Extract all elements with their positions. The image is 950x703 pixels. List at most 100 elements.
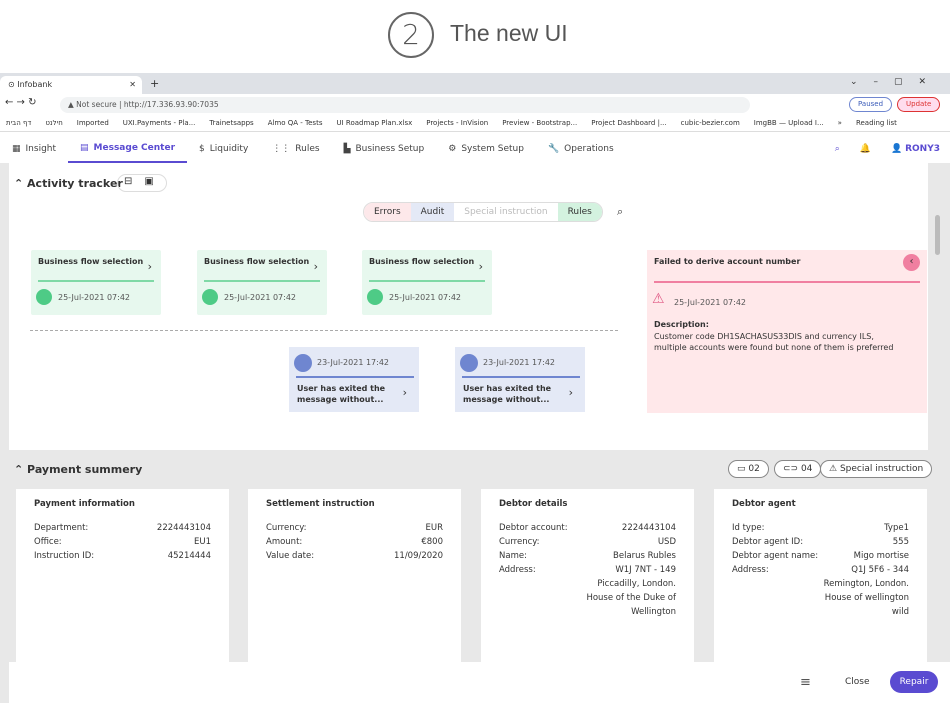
view-toggle: ⊟ ▣	[117, 174, 167, 192]
field-row: Office: EU1	[34, 535, 211, 549]
nav-system-setup[interactable]: ⚙ System Setup	[436, 135, 536, 163]
field-value: €800	[421, 537, 443, 547]
attachments-chip[interactable]: ⊂⊃ 04	[774, 460, 822, 478]
chevron-right-icon: ›	[402, 386, 407, 399]
field-label: Value date:	[266, 551, 315, 561]
field-row: Piccadilly, London.	[499, 577, 676, 591]
field-value: Migo mortise	[853, 551, 909, 561]
window-controls[interactable]: ⌄–▢✕	[850, 77, 942, 87]
field-value: Type1	[884, 523, 909, 533]
search-icon[interactable]: ⌕	[617, 205, 623, 219]
close-tab-icon[interactable]: ✕	[129, 80, 136, 89]
chevron-right-icon: ›	[313, 260, 318, 273]
nav-rules[interactable]: ⋮⋮ Rules	[260, 135, 331, 163]
scrollbar[interactable]	[935, 215, 940, 255]
payment-card: Debtor agent Id type: Type1 Debtor agent ID…	[714, 489, 927, 662]
back-forward-reload-icons[interactable]: ← → ↻	[5, 97, 37, 108]
filter-audit[interactable]: Audit	[410, 203, 455, 221]
activity-tracker-header[interactable]: ⌃ Activity tracker	[14, 177, 123, 190]
bell-icon[interactable]: 🔔	[860, 144, 871, 154]
bookmark-item[interactable]: Projects - InVision	[426, 119, 488, 127]
field-row: Amount: €800	[266, 535, 443, 549]
bookmark-item[interactable]: Imported	[77, 119, 109, 127]
bookmark-item[interactable]: Project Dashboard |...	[591, 119, 666, 127]
user-icon[interactable]: 👤 RONY3	[891, 144, 940, 154]
field-row: Department: 2224443104	[34, 521, 211, 535]
bookmark-item[interactable]: Almo QA - Tests	[268, 119, 323, 127]
profile-paused[interactable]: Paused	[849, 97, 893, 112]
timeline-view-icon[interactable]: ⊟	[124, 176, 132, 190]
field-label: Currency:	[266, 523, 307, 533]
bookmark-item[interactable]: ImgBB — Upload I...	[754, 119, 824, 127]
bookmark-item[interactable]: UXI.Payments - Pla...	[123, 119, 196, 127]
flow-card[interactable]: Business flow selection › 25-Jul-2021 07:4…	[31, 250, 161, 315]
flow-icon	[367, 289, 383, 305]
dollar-icon: $	[199, 144, 205, 154]
main-nav: ▦ Insight ▤ Message Center $ Liquidity ⋮⋮ Ru…	[0, 135, 950, 163]
field-value: Wellington	[631, 607, 676, 617]
menu-icon[interactable]: ≡	[800, 675, 811, 690]
nav-business-setup[interactable]: ▙ Business Setup	[332, 135, 437, 163]
field-value: Piccadilly, London.	[597, 579, 676, 589]
bookmark-item[interactable]: »	[838, 119, 842, 127]
nav-message-center[interactable]: ▤ Message Center	[68, 135, 188, 163]
payment-card: Settlement instruction Currency: EUR Amount…	[248, 489, 461, 662]
nav-liquidity[interactable]: $ Liquidity	[187, 135, 260, 163]
comments-chip[interactable]: ▭ 02	[728, 460, 769, 478]
bank-icon: ▙	[343, 144, 351, 154]
collapse-button[interactable]: ‹	[903, 254, 920, 271]
flow-card[interactable]: Business flow selection › 25-Jul-2021 07:4…	[197, 250, 327, 315]
url-bar[interactable]: ▲ Not secure | http://17.336.93.90:7035	[60, 97, 750, 113]
payment-summary-header[interactable]: ⌃ Payment summery	[14, 463, 142, 476]
field-label: Name:	[499, 551, 527, 561]
nav-operations[interactable]: 🔧 Operations	[536, 135, 626, 163]
field-label: Id type:	[732, 523, 765, 533]
filter-errors[interactable]: Errors	[364, 203, 411, 221]
field-label: Office:	[34, 537, 62, 547]
field-value: 11/09/2020	[394, 551, 443, 561]
nav-insight[interactable]: ▦ Insight	[0, 135, 68, 163]
field-row: Debtor agent name: Migo mortise	[732, 549, 909, 563]
field-label: Debtor account:	[499, 523, 568, 533]
audit-card[interactable]: 23-Jul-2021 17:42 User has exited the mes…	[455, 347, 585, 412]
field-label: Department:	[34, 523, 89, 533]
bookmark-item[interactable]: Reading list	[856, 119, 897, 127]
chevron-right-icon: ›	[147, 260, 152, 273]
field-row: wild	[732, 605, 909, 619]
list-view-icon[interactable]: ▣	[144, 176, 153, 190]
filter-rules[interactable]: Rules	[557, 203, 602, 221]
bookmark-item[interactable]: דף הבית	[6, 119, 31, 127]
bookmark-item[interactable]: Preview - Bootstrap...	[502, 119, 577, 127]
timeline-line	[30, 330, 618, 331]
field-label: Amount:	[266, 537, 303, 547]
globe-icon: ⊙	[8, 80, 18, 89]
field-value: USD	[657, 537, 676, 547]
error-card: Failed to derive account number ‹ ⚠ 25-J…	[647, 250, 927, 413]
repair-button[interactable]: Repair	[890, 671, 938, 693]
update-button[interactable]: Update	[897, 97, 941, 112]
close-button[interactable]: Close	[845, 677, 870, 687]
warning-icon: ▲	[68, 100, 77, 109]
document-icon: ▤	[80, 143, 89, 153]
filter-special-instruction[interactable]: Special instruction	[454, 203, 558, 221]
bookmark-item[interactable]: Trainetsapps	[209, 119, 253, 127]
flow-card[interactable]: Business flow selection › 25-Jul-2021 07:4…	[362, 250, 492, 315]
field-row: Debtor agent ID: 555	[732, 535, 909, 549]
filter-pills: Errors Audit Special instruction Rules	[363, 202, 603, 222]
flow-icon	[36, 289, 52, 305]
special-instruction-chip[interactable]: ⚠ Special instruction	[820, 460, 933, 478]
browser-tabstrip	[0, 73, 950, 94]
bookmark-item[interactable]: UI Roadmap Plan.xlsx	[336, 119, 412, 127]
field-value: Remington, London.	[823, 579, 909, 589]
payment-card: Debtor details Debtor account: 2224443104 C…	[481, 489, 694, 662]
audit-card[interactable]: 23-Jul-2021 17:42 User has exited the mes…	[289, 347, 419, 412]
bookmark-item[interactable]: cubic-bezier.com	[681, 119, 740, 127]
field-row: House of wellington	[732, 591, 909, 605]
search-icon[interactable]: ⌕	[835, 144, 840, 154]
comment-icon: ▭	[737, 464, 749, 474]
field-row: Id type: Type1	[732, 521, 909, 535]
bookmark-item[interactable]: חילנט	[45, 119, 62, 127]
new-tab-button[interactable]: +	[150, 77, 159, 90]
browser-tab[interactable]: ⊙ Infobank ✕	[0, 76, 142, 94]
field-value: W1J 7NT - 149	[615, 565, 676, 575]
